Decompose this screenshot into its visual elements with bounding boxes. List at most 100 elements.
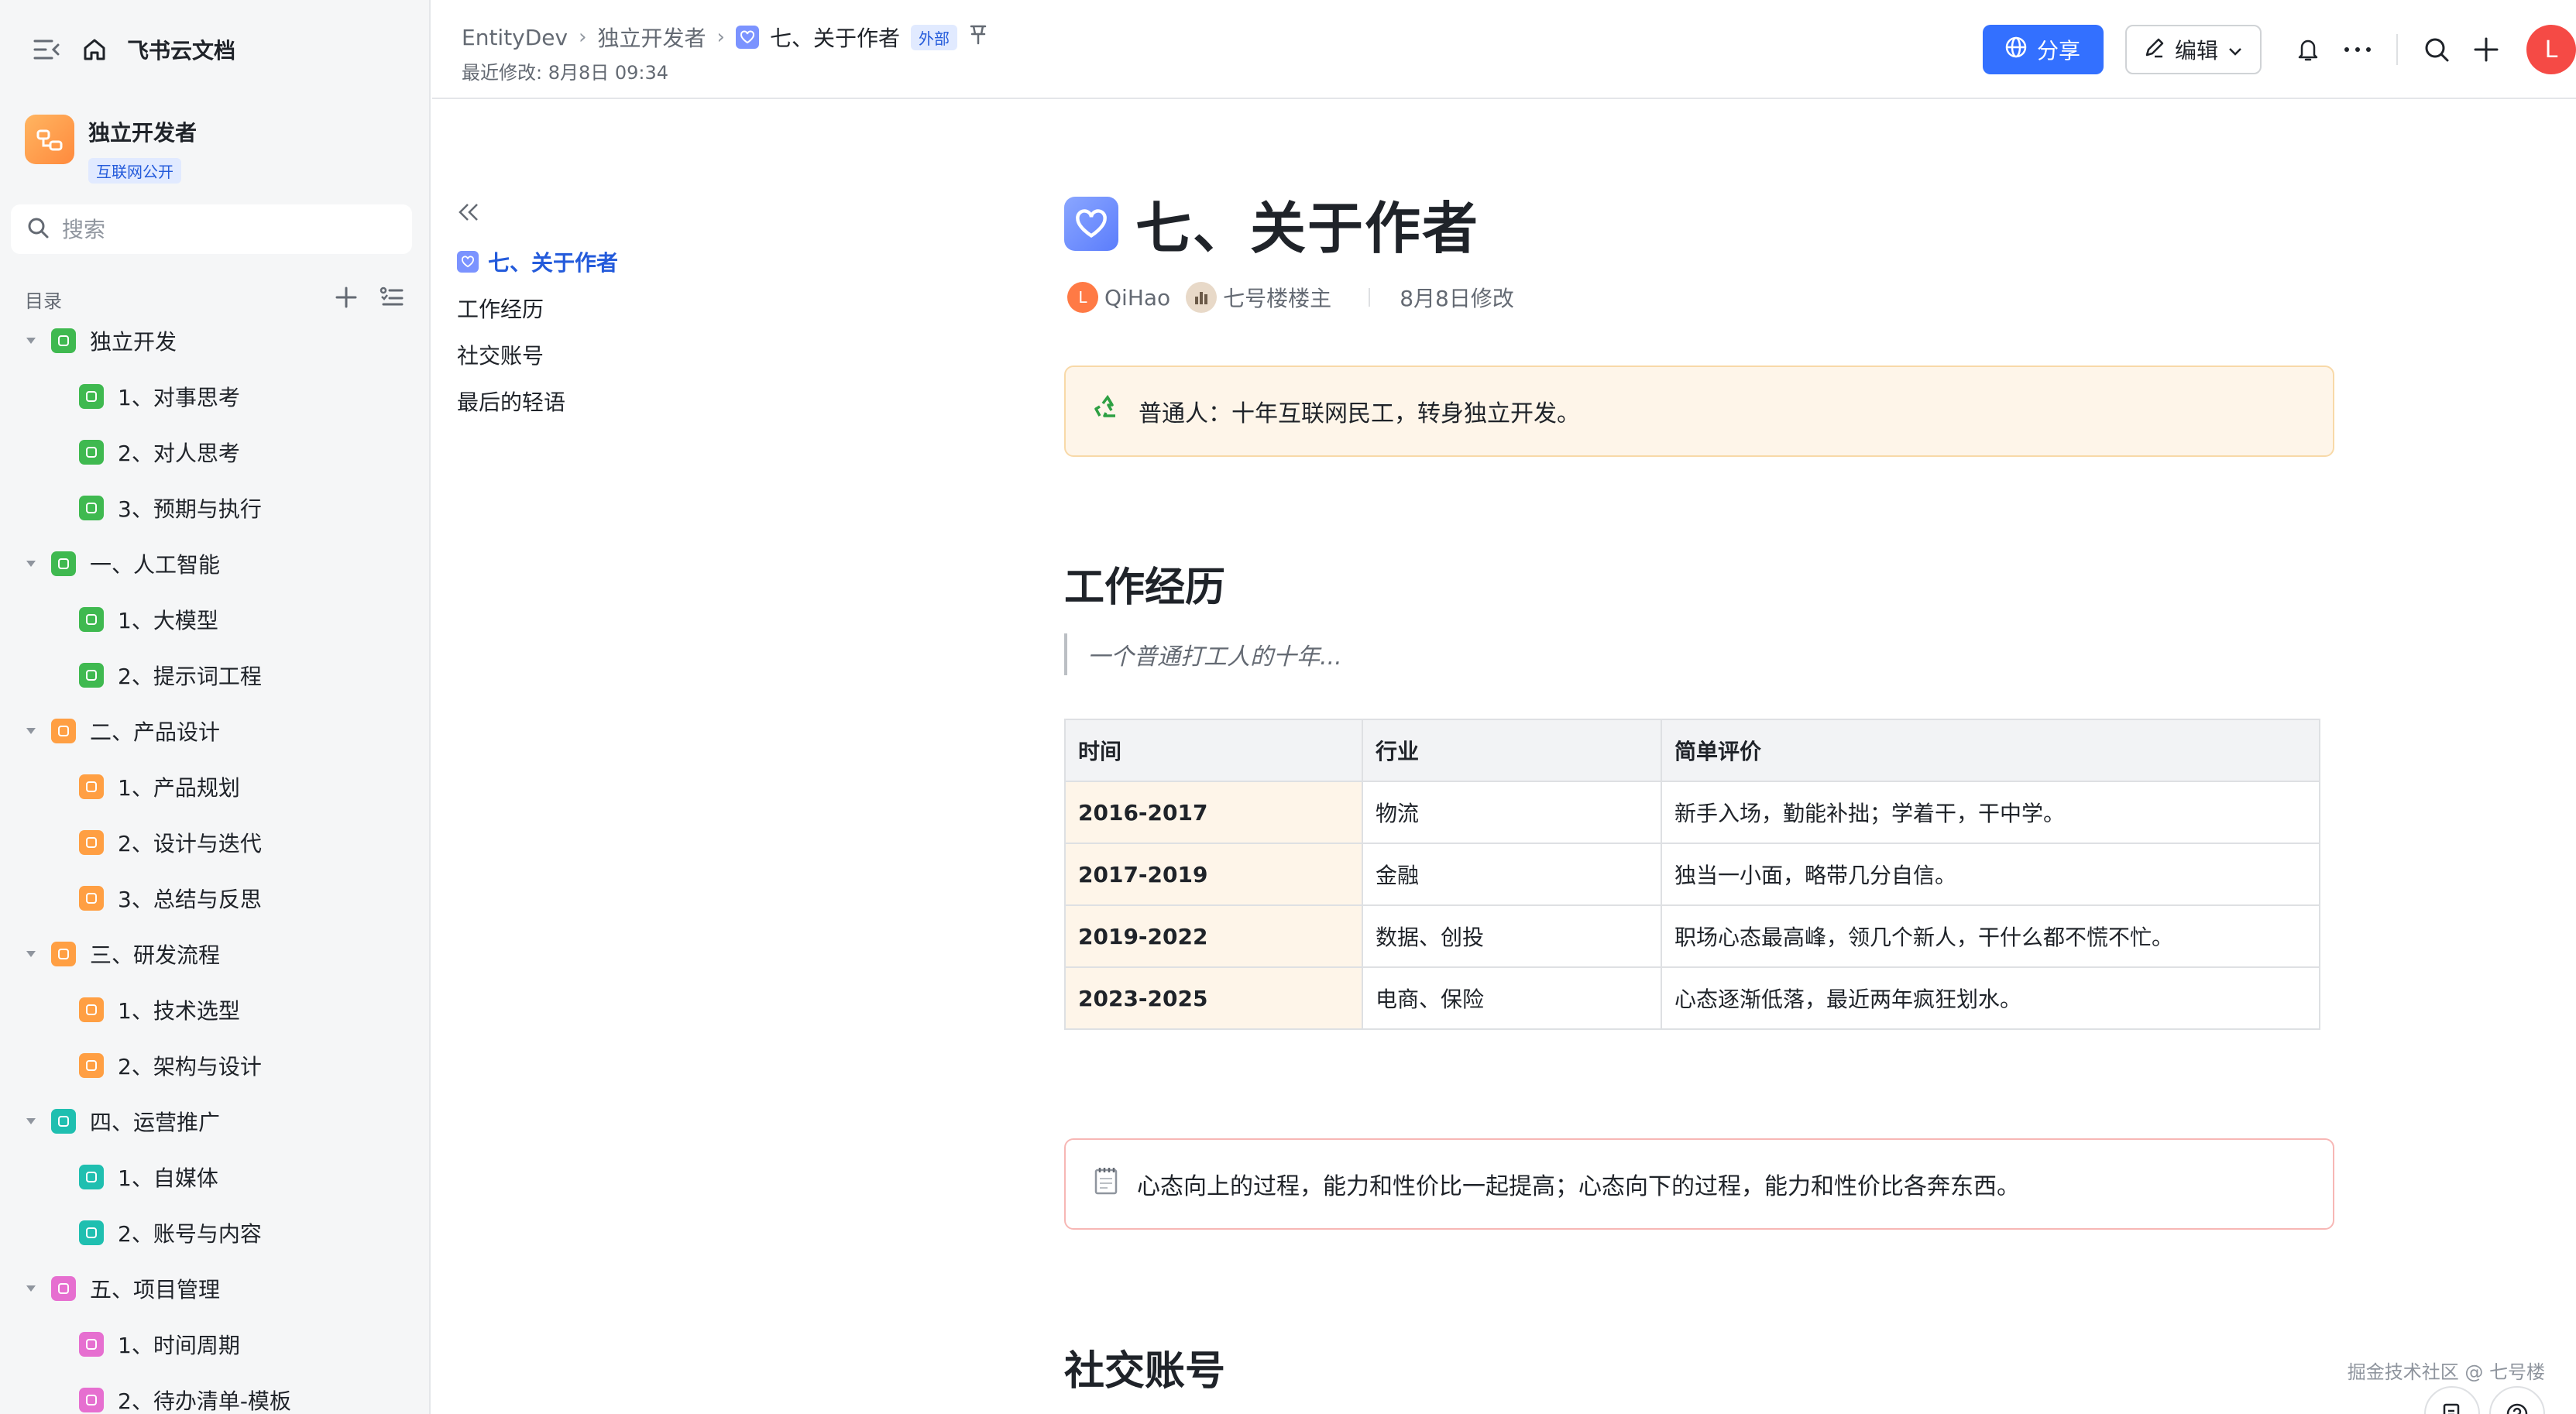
breadcrumb-current[interactable]: 七、关于作者 — [770, 22, 900, 53]
tree-item-label: 2、账号与内容 — [118, 1221, 262, 1247]
collapse-outline-icon[interactable] — [457, 197, 488, 228]
section-heading[interactable]: 社交账号 — [1064, 1338, 1225, 1396]
tree-doc[interactable]: 1、时间周期 — [0, 1316, 429, 1372]
doc-icon — [79, 1053, 104, 1078]
tree-doc[interactable]: 2、设计与迭代 — [0, 815, 429, 870]
table-cell[interactable]: 新手入场，勤能补拙；学着干，干中学。 — [1661, 781, 2320, 844]
tree-folder[interactable]: 二、产品设计 — [0, 703, 429, 759]
search-input[interactable] — [62, 216, 387, 242]
doc-icon — [79, 607, 104, 632]
collapse-sidebar-icon[interactable] — [31, 34, 62, 65]
tree-doc[interactable]: 1、技术选型 — [0, 982, 429, 1038]
chevron-right-icon: › — [716, 26, 725, 49]
table-cell[interactable]: 独当一小面，略带几分自信。 — [1661, 843, 2320, 906]
author-avatar[interactable]: L — [1067, 282, 1098, 313]
owner-name[interactable]: 七号楼楼主 — [1223, 282, 1331, 313]
watermark: 掘金技术社区 @ 七号楼 — [2347, 1361, 2545, 1383]
tree-item-label: 3、总结与反思 — [118, 887, 262, 912]
callout-block[interactable]: 心态向上的过程，能力和性价比一起提高；心态向下的过程，能力和性价比各奔东西。 — [1064, 1138, 2334, 1230]
work-history-table[interactable]: 时间 行业 简单评价 2016-2017 物流 新手入场，勤能补拙；学着干，干中学。… — [1064, 719, 2320, 1030]
search-icon — [26, 216, 50, 242]
tree-doc[interactable]: 3、总结与反思 — [0, 870, 429, 926]
table-cell[interactable]: 电商、保险 — [1362, 966, 1662, 1030]
heart-icon[interactable] — [1064, 196, 1118, 251]
caret-down-icon[interactable] — [22, 1112, 40, 1131]
share-button[interactable]: 分享 — [1982, 25, 2104, 74]
app-title[interactable]: 飞书云文档 — [127, 34, 235, 65]
tree-doc[interactable]: 2、架构与设计 — [0, 1038, 429, 1093]
doc-icon — [51, 328, 76, 353]
table-cell[interactable]: 心态逐渐低落，最近两年疯狂划水。 — [1661, 966, 2320, 1030]
tree-folder[interactable]: 四、运营推广 — [0, 1093, 429, 1149]
tree-item-label: 1、自媒体 — [118, 1165, 218, 1191]
breadcrumb-item[interactable]: 独立开发者 — [598, 22, 706, 53]
tree-doc[interactable]: 1、大模型 — [0, 592, 429, 647]
tree-folder[interactable]: 三、研发流程 — [0, 926, 429, 982]
tree-doc[interactable]: 3、预期与执行 — [0, 480, 429, 536]
callout-block[interactable]: 普通人：十年互联网民工，转身独立开发。 — [1064, 366, 2334, 457]
section-heading[interactable]: 工作经历 — [1064, 554, 1225, 613]
caret-down-icon[interactable] — [22, 945, 40, 963]
table-cell[interactable]: 数据、创投 — [1362, 904, 1662, 968]
table-cell[interactable]: 金融 — [1362, 843, 1662, 906]
tree-doc[interactable]: 1、自媒体 — [0, 1149, 429, 1205]
edit-button[interactable]: 编辑 — [2124, 25, 2262, 74]
outline-item[interactable]: 工作经历 — [457, 285, 782, 331]
doc-tree: 独立开发 1、对事思考 2、对人思考 3、预期与执行 一、人工智能 1、大模型 2、提示词工… — [0, 313, 429, 1414]
add-icon[interactable] — [335, 286, 358, 312]
table-cell[interactable]: 职场心态最高峰，领几个新人，干什么都不慌不忙。 — [1661, 904, 2320, 968]
table-row: 2023-2025 电商、保险 心态逐渐低落，最近两年疯狂划水。 — [1064, 966, 2320, 1030]
sidebar-search[interactable] — [11, 204, 412, 254]
table-cell[interactable]: 2017-2019 — [1064, 843, 1363, 906]
outline-item-title[interactable]: 七、关于作者 — [457, 239, 782, 285]
help-icon[interactable] — [2489, 1386, 2545, 1414]
table-row: 2016-2017 物流 新手入场，勤能补拙；学着干，干中学。 — [1064, 781, 2320, 844]
table-cell[interactable]: 2019-2022 — [1064, 904, 1363, 968]
plus-icon[interactable] — [2461, 25, 2511, 74]
bell-icon[interactable] — [2283, 25, 2333, 74]
tree-doc[interactable]: 1、产品规划 — [0, 759, 429, 815]
table-header-cell[interactable]: 时间 — [1064, 719, 1363, 782]
pin-icon[interactable] — [968, 24, 988, 51]
tree-doc[interactable]: 2、提示词工程 — [0, 647, 429, 703]
more-icon[interactable] — [2333, 25, 2382, 74]
caret-down-icon[interactable] — [22, 722, 40, 740]
home-icon[interactable] — [79, 34, 110, 65]
tree-folder[interactable]: 独立开发 — [0, 313, 429, 369]
space-header[interactable]: 独立开发者 互联网公开 — [25, 115, 197, 184]
caret-down-icon[interactable] — [22, 1279, 40, 1298]
table-cell[interactable]: 物流 — [1362, 781, 1662, 844]
space-name: 独立开发者 — [88, 120, 197, 146]
table-cell[interactable]: 2016-2017 — [1064, 781, 1363, 844]
outline-item[interactable]: 社交账号 — [457, 331, 782, 378]
list-settings-icon[interactable] — [380, 286, 404, 312]
modified-date: 8月8日修改 — [1400, 286, 1514, 311]
breadcrumb-item[interactable]: EntityDev — [462, 25, 568, 50]
doc-icon — [79, 663, 104, 688]
tree-item-label: 2、提示词工程 — [118, 664, 262, 689]
table-header-cell[interactable]: 行业 — [1362, 719, 1662, 782]
author-name[interactable]: QiHao — [1104, 285, 1170, 311]
tree-doc[interactable]: 2、待办清单-模板 — [0, 1372, 429, 1414]
tree-doc[interactable]: 1、对事思考 — [0, 369, 429, 424]
caret-down-icon[interactable] — [22, 554, 40, 573]
doc-tools-icon[interactable] — [2424, 1386, 2480, 1414]
doc-icon — [79, 1165, 104, 1189]
search-icon[interactable] — [2412, 25, 2461, 74]
tree-folder[interactable]: 五、项目管理 — [0, 1261, 429, 1316]
outline-item[interactable]: 最后的轻语 — [457, 378, 782, 424]
top-bar: EntityDev › 独立开发者 › 七、关于作者 外部 最近修改: 8月8日… — [432, 0, 2576, 99]
doc-icon — [79, 774, 104, 799]
table-header-cell[interactable]: 简单评价 — [1661, 719, 2320, 782]
caret-down-icon[interactable] — [22, 331, 40, 350]
quote-block[interactable]: 一个普通打工人的十年... — [1064, 633, 1342, 675]
user-avatar[interactable]: L — [2526, 25, 2576, 74]
tree-doc[interactable]: 2、账号与内容 — [0, 1205, 429, 1261]
tree-folder[interactable]: 一、人工智能 — [0, 536, 429, 592]
tree-item-label: 五、项目管理 — [90, 1277, 221, 1302]
doc-title-text[interactable]: 七、关于作者 — [1135, 183, 1479, 264]
table-cell[interactable]: 2023-2025 — [1064, 966, 1363, 1030]
pencil-icon — [2144, 36, 2166, 63]
tree-doc[interactable]: 2、对人思考 — [0, 424, 429, 480]
doc-icon — [79, 830, 104, 855]
